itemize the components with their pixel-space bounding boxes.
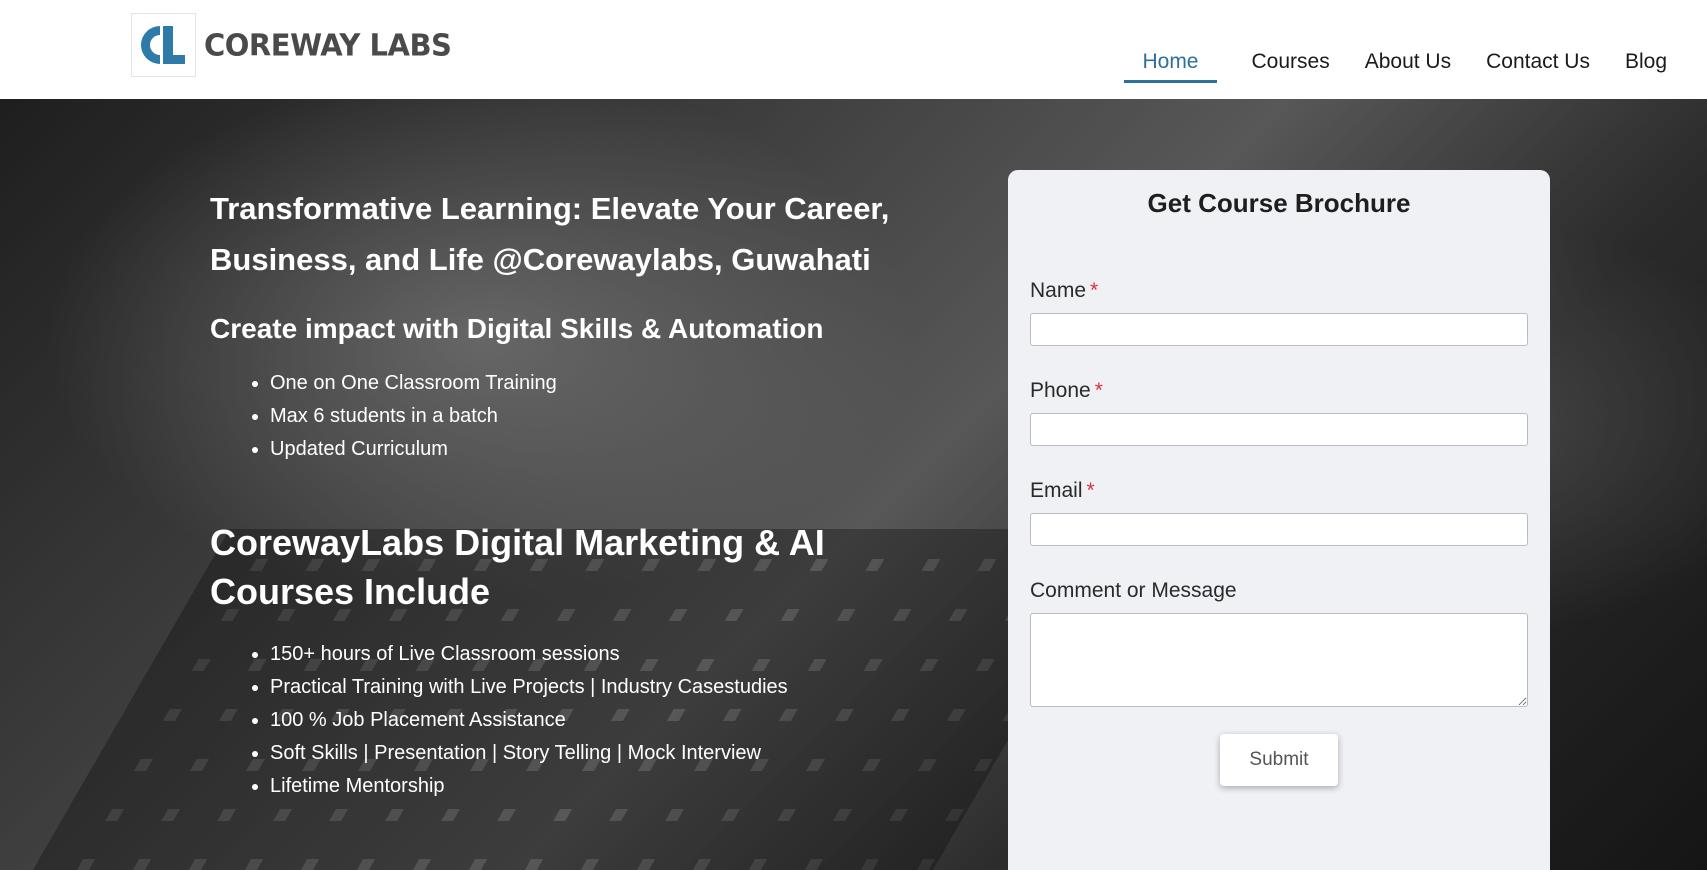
email-input[interactable] xyxy=(1030,513,1528,546)
required-marker: * xyxy=(1090,279,1099,302)
phone-input[interactable] xyxy=(1030,413,1528,446)
list-item: Max 6 students in a batch xyxy=(270,400,890,433)
hero-content: Transformative Learning: Elevate Your Ca… xyxy=(210,183,890,803)
main-nav: Home Courses About Us Contact Us Blog xyxy=(1124,50,1667,83)
email-field-group: Email * xyxy=(1030,479,1528,546)
site-header: COREWAY LABS Home Courses About Us Conta… xyxy=(0,0,1707,99)
list-item: Updated Curriculum xyxy=(270,433,890,466)
hero-title: Transformative Learning: Elevate Your Ca… xyxy=(210,191,890,277)
form-title: Get Course Brochure xyxy=(1147,188,1411,218)
list-item: Lifetime Mentorship xyxy=(270,770,890,803)
highlights-list: One on One Classroom Training Max 6 stud… xyxy=(210,367,890,466)
list-item: 100 % Job Placement Assistance xyxy=(270,704,890,737)
nav-contact-us[interactable]: Contact Us xyxy=(1486,50,1590,83)
logo-mark-icon xyxy=(131,13,196,77)
list-item: Soft Skills | Presentation | Story Telli… xyxy=(270,737,890,770)
message-label: Comment or Message xyxy=(1030,579,1237,602)
name-input[interactable] xyxy=(1030,313,1528,346)
nav-blog[interactable]: Blog xyxy=(1625,50,1667,83)
courses-title: CorewayLabs Digital Marketing & AI Cours… xyxy=(210,522,825,612)
list-item: Practical Training with Live Projects | … xyxy=(270,671,890,704)
submit-button[interactable]: Submit xyxy=(1220,734,1338,786)
name-field-group: Name * xyxy=(1030,279,1528,346)
name-label: Name * xyxy=(1030,279,1099,302)
site-logo[interactable]: COREWAY LABS xyxy=(131,13,452,77)
message-field-group: Comment or Message xyxy=(1030,579,1528,707)
brand-name: COREWAY LABS xyxy=(204,27,452,63)
list-item: One on One Classroom Training xyxy=(270,367,890,400)
nav-about-us[interactable]: About Us xyxy=(1365,50,1451,83)
phone-label: Phone * xyxy=(1030,379,1103,402)
required-marker: * xyxy=(1094,379,1103,402)
list-item: 150+ hours of Live Classroom sessions xyxy=(270,638,890,671)
email-label: Email * xyxy=(1030,479,1095,502)
hero-subtitle: Create impact with Digital Skills & Auto… xyxy=(210,313,824,344)
message-textarea[interactable] xyxy=(1030,613,1528,707)
nav-courses[interactable]: Courses xyxy=(1252,50,1330,83)
nav-home[interactable]: Home xyxy=(1124,50,1217,83)
courses-features-list: 150+ hours of Live Classroom sessions Pr… xyxy=(210,638,890,803)
required-marker: * xyxy=(1086,479,1095,502)
phone-field-group: Phone * xyxy=(1030,379,1528,446)
brochure-form: Get Course Brochure Name * Phone * Email * … xyxy=(1008,170,1550,870)
